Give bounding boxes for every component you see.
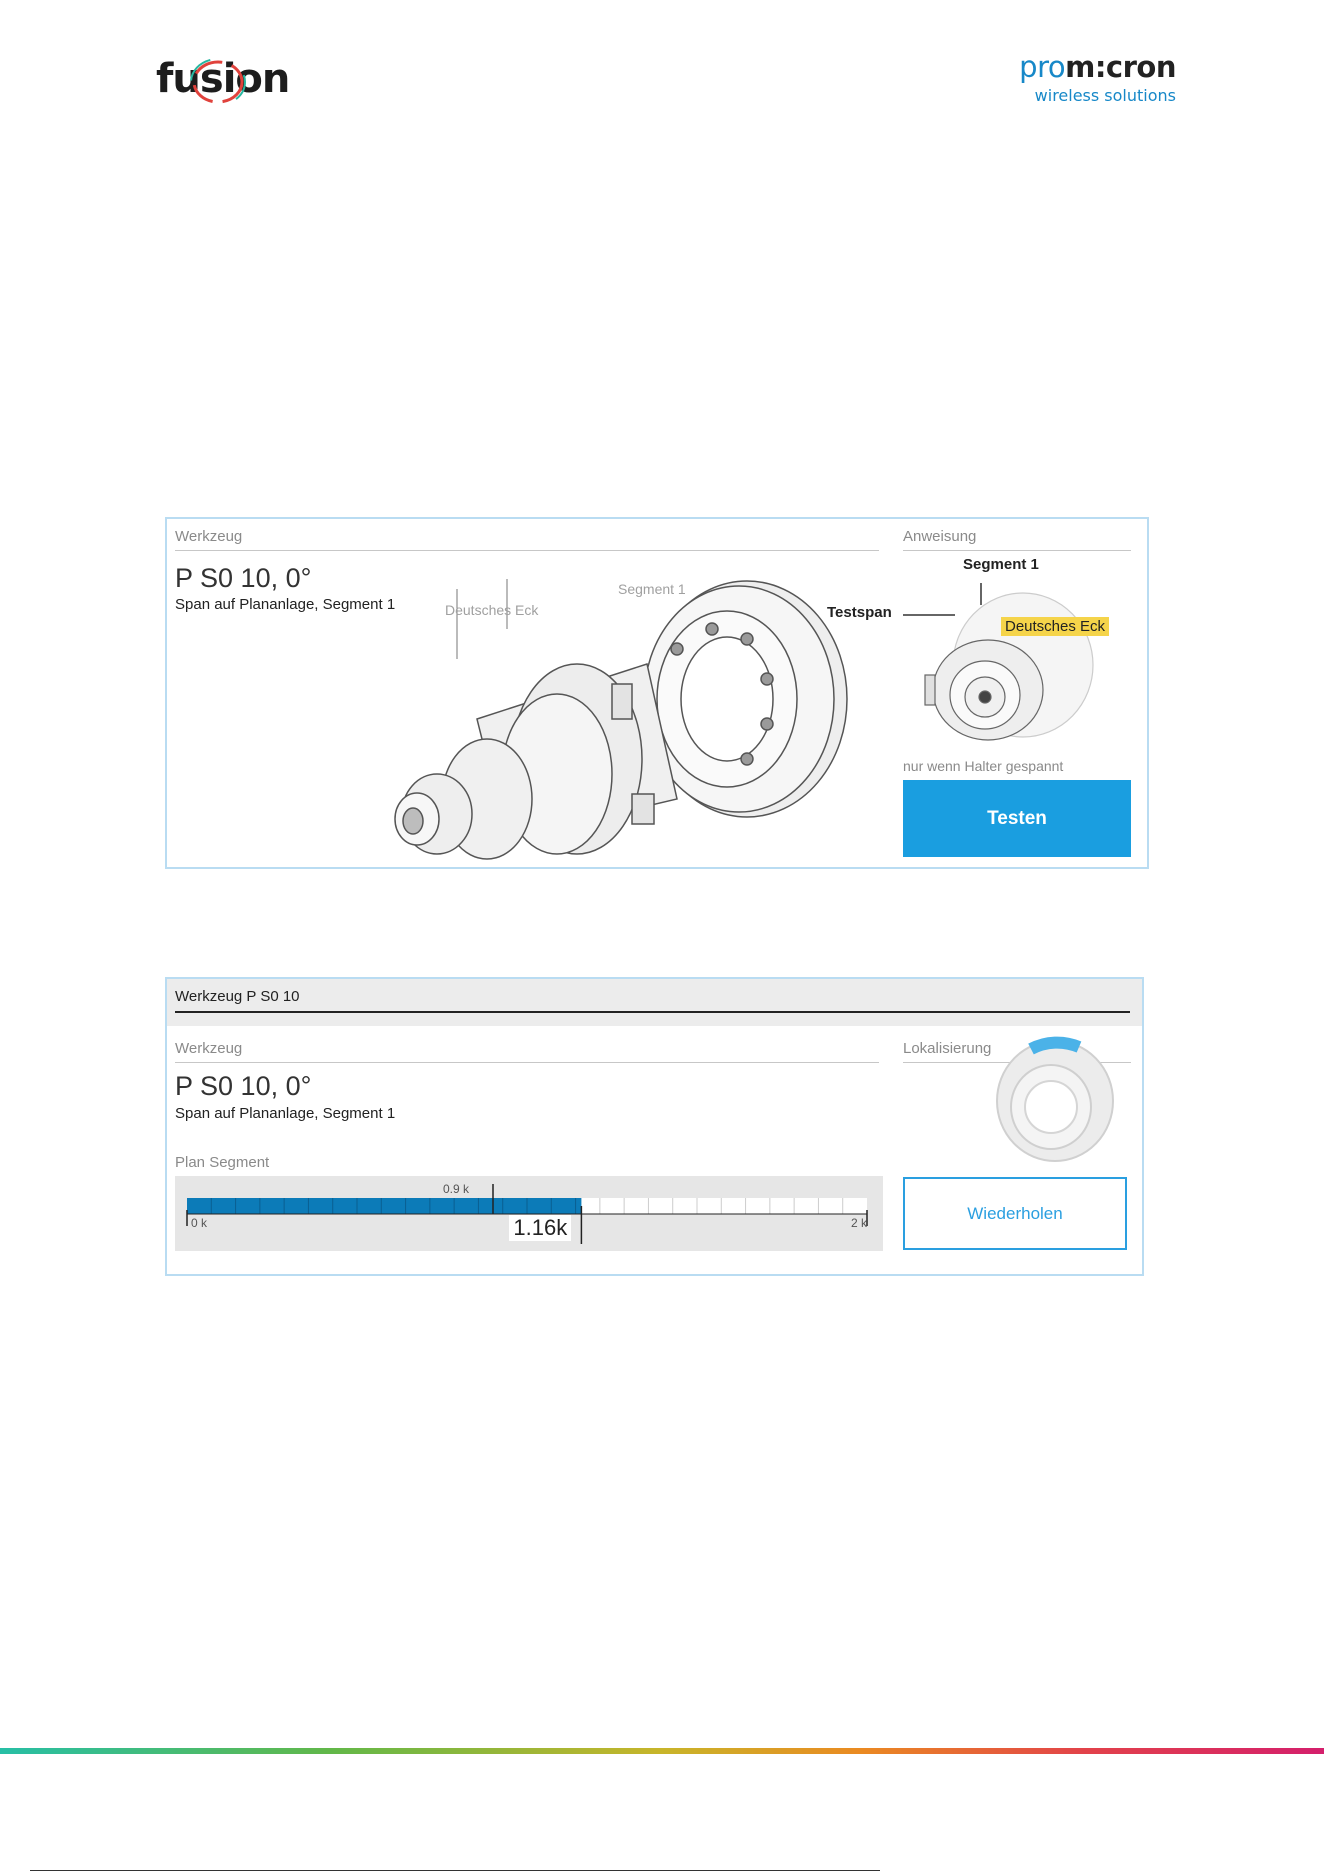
- plan-segment-label: Plan Segment: [175, 1154, 270, 1171]
- fusion-logo-ring: [190, 58, 246, 106]
- callout-deutsches-eck: Deutsches Eck: [445, 602, 539, 618]
- anweisung-testspan-label: Testspan: [827, 604, 892, 621]
- werkzeug-label: Werkzeug: [175, 1040, 243, 1057]
- anweisung-illustration: [903, 583, 1094, 741]
- localization-panel: Werkzeug P S0 10 Werkzeug P S0 10, 0° Sp…: [165, 977, 1144, 1276]
- werkzeug-label: Werkzeug: [175, 528, 243, 545]
- promicron-logo-pro: pro: [1019, 50, 1066, 84]
- tool-instruction-panel: Werkzeug P S0 10, 0° Span auf Plananlage…: [165, 517, 1149, 869]
- gauge-fill: [187, 1198, 582, 1214]
- promicron-logo: prom:cron wireless solutions: [1019, 50, 1176, 110]
- promicron-logo-sub: wireless solutions: [1034, 86, 1176, 105]
- localization-icon: [996, 1036, 1114, 1162]
- gauge-value-label: 1.16k: [509, 1215, 572, 1241]
- gauge-threshold-label: 0.9 k: [443, 1182, 470, 1196]
- gauge-min-label: 0 k: [191, 1216, 208, 1230]
- anweisung-label: Anweisung: [903, 528, 977, 545]
- footer-gradient-line: [0, 1748, 1324, 1754]
- testen-button[interactable]: Testen: [903, 780, 1131, 857]
- fusion-logo: fusion: [156, 54, 290, 110]
- promicron-logo-micron: m:cron: [1065, 50, 1176, 84]
- anweisung-deutsches-eck-label: Deutsches Eck: [1001, 617, 1110, 636]
- panel-header: Werkzeug P S0 10: [167, 979, 1142, 1026]
- tool-name: P S0 10, 0°: [175, 1071, 312, 1101]
- anweisung-divider: [903, 550, 1131, 551]
- tool-description: Span auf Plananlage, Segment 1: [175, 1105, 396, 1122]
- footer-rule: [30, 1870, 880, 1871]
- tool-holder-illustration: [394, 579, 848, 860]
- werkzeug-divider: [175, 1062, 879, 1063]
- panel-header-title: Werkzeug P S0 10: [175, 988, 300, 1005]
- callout-segment: Segment 1: [618, 581, 686, 597]
- hint-text: nur wenn Halter gespannt: [903, 758, 1064, 774]
- panel-header-rule: [175, 1011, 1130, 1013]
- gauge-max-label: 2 k: [850, 1216, 867, 1230]
- anweisung-segment-label: Segment 1: [963, 556, 1039, 573]
- werkzeug-divider: [175, 550, 879, 551]
- wiederholen-button[interactable]: Wiederholen: [903, 1177, 1127, 1250]
- lokalisierung-label: Lokalisierung: [903, 1040, 992, 1057]
- tool-name: P S0 10, 0°: [175, 563, 312, 593]
- plan-segment-gauge: 0 k 2 k 0.9 k 1.16k: [175, 1176, 883, 1251]
